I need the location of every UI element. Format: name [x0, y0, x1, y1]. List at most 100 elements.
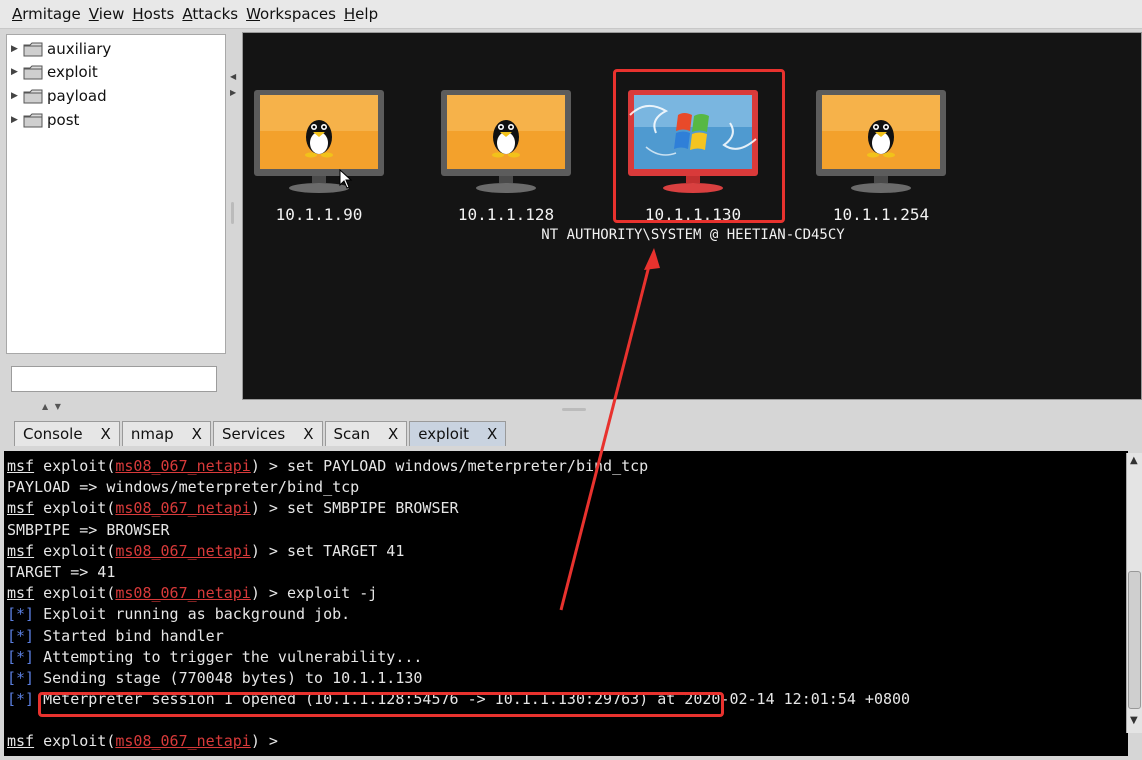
console-line: TARGET => 41 — [7, 562, 1128, 583]
console-line: [*] Attempting to trigger the vulnerabil… — [7, 647, 1128, 668]
console-command-text: > exploit -j — [259, 584, 378, 603]
menu-view[interactable]: View — [89, 5, 125, 23]
linux-monitor-icon — [816, 90, 946, 193]
console-output-text: PAYLOAD => windows/meterpreter/bind_tcp — [7, 478, 360, 497]
console-line: msf exploit(ms08_067_netapi) > exploit -… — [7, 584, 378, 603]
prompt-module: ms08_067_netapi — [115, 499, 251, 518]
tab-scan[interactable]: Scan X — [324, 421, 408, 446]
console-line: msf exploit(ms08_067_netapi) > set PAYLO… — [7, 457, 649, 475]
prompt-msf: msf — [7, 541, 35, 560]
splitter-arrows-icon[interactable]: ▲ ▼ — [42, 402, 63, 411]
tab-close-button[interactable]: X — [388, 425, 398, 443]
expand-arrow-icon[interactable]: ▶ — [11, 115, 21, 125]
tab-close-button[interactable]: X — [192, 425, 202, 443]
linux-monitor-icon — [254, 90, 384, 193]
tab-close-button[interactable]: X — [101, 425, 111, 443]
scroll-down-icon[interactable]: ▼ — [1130, 715, 1138, 726]
host-ip-label: 10.1.1.128 — [457, 205, 555, 224]
console-command-text: > set SMBPIPE BROWSER — [259, 499, 459, 518]
tab-close-button[interactable]: X — [303, 425, 313, 443]
menu-view-label: iew — [98, 5, 125, 23]
menu-armitage[interactable]: Armitage — [12, 5, 81, 23]
expand-arrow-icon[interactable]: ▶ — [11, 67, 21, 77]
module-search-input[interactable] — [11, 366, 217, 392]
tree-item-label: post — [47, 111, 80, 129]
folder-icon — [23, 113, 43, 127]
console-line: PAYLOAD => windows/meterpreter/bind_tcp — [7, 477, 1128, 498]
menu-attacks-label: ttacks — [192, 5, 239, 23]
console-line: [*] Exploit running as background job. — [7, 604, 1128, 625]
menu-workspaces-mnemonic: W — [246, 5, 261, 23]
menu-help-mnemonic: H — [343, 5, 356, 23]
expand-arrow-icon[interactable]: ▶ — [11, 44, 21, 54]
console-line: SMBPIPE => BROWSER — [7, 520, 1128, 541]
expand-arrow-icon[interactable]: ▶ — [11, 91, 21, 101]
menu-armitage-mnemonic: A — [12, 5, 23, 23]
scroll-up-icon[interactable]: ▲ — [1130, 455, 1138, 466]
console-command-text: > set TARGET 41 — [259, 541, 405, 560]
console-status-text: Exploit running as background job. — [34, 605, 351, 624]
vertical-splitter[interactable]: ◀ ▶ — [228, 32, 238, 398]
console-line: msf exploit(ms08_067_netapi) > set TARGE… — [7, 541, 405, 560]
scroll-thumb[interactable] — [1128, 571, 1141, 709]
tree-item-label: payload — [47, 87, 107, 105]
menu-view-mnemonic: V — [88, 5, 99, 23]
console-command-text: > — [259, 732, 287, 751]
prompt-module: ms08_067_netapi — [115, 584, 251, 603]
menu-attacks[interactable]: Attacks — [182, 5, 238, 23]
console-line: msf exploit(ms08_067_netapi) > — [7, 732, 287, 751]
prompt-msf: msf — [7, 457, 35, 475]
tree-item-label: auxiliary — [47, 40, 112, 58]
console-output-text: TARGET => 41 — [7, 562, 116, 581]
console-status-text: Attempting to trigger the vulnerability.… — [34, 647, 423, 666]
menu-hosts-label: osts — [143, 5, 175, 23]
status-marker: [*] — [7, 668, 35, 687]
host-10-1-1-128[interactable]: 10.1.1.128 — [431, 89, 581, 224]
console-status-text: Sending stage (770048 bytes) to 10.1.1.1… — [34, 668, 423, 687]
prompt-command: exploit — [43, 499, 107, 518]
host-ip-label: 10.1.1.254 — [832, 205, 930, 224]
prompt-msf: msf — [7, 732, 35, 751]
tree-item-auxiliary[interactable]: ▶ auxiliary — [11, 38, 111, 60]
status-marker: [*] — [7, 690, 35, 709]
menu-workspaces[interactable]: Workspaces — [246, 5, 336, 23]
tree-item-payload[interactable]: ▶ payload — [11, 85, 107, 107]
session-info-label: NT AUTHORITY\SYSTEM @ HEETIAN-CD45CY — [541, 227, 845, 243]
status-marker: [*] — [7, 647, 35, 666]
mouse-cursor-icon — [339, 169, 353, 189]
tab-nmap[interactable]: nmap X — [121, 421, 211, 446]
splitter-grip[interactable] — [231, 202, 234, 224]
collapse-left-icon[interactable]: ◀ — [230, 72, 236, 81]
tab-label: Console — [23, 425, 83, 443]
prompt-module: ms08_067_netapi — [115, 457, 251, 475]
menu-armitage-label: rmitage — [22, 5, 81, 23]
horizontal-splitter[interactable]: ▲ ▼ — [0, 402, 1142, 416]
tree-item-exploit[interactable]: ▶ exploit — [11, 61, 98, 83]
menu-hosts-mnemonic: H — [132, 5, 144, 23]
tree-item-post[interactable]: ▶ post — [11, 109, 79, 131]
tab-close-button[interactable]: X — [487, 425, 497, 443]
status-marker: [*] — [7, 605, 35, 624]
console-scrollbar[interactable]: ▲ ▼ — [1126, 453, 1142, 733]
folder-icon — [23, 89, 43, 103]
tab-exploit[interactable]: exploit X — [409, 421, 507, 446]
prompt-msf: msf — [7, 499, 35, 518]
collapse-right-icon[interactable]: ▶ — [230, 88, 236, 97]
host-10-1-1-90[interactable]: 10.1.1.90 — [244, 89, 394, 224]
annotation-highlight-session — [38, 692, 724, 717]
tab-console[interactable]: Console X — [14, 421, 120, 446]
prompt-msf: msf — [7, 584, 35, 603]
tab-label: Services — [221, 425, 286, 443]
prompt-module: ms08_067_netapi — [115, 732, 251, 751]
host-10-1-1-254[interactable]: 10.1.1.254 — [806, 89, 956, 224]
console-line: msf exploit(ms08_067_netapi) > set SMBPI… — [7, 499, 459, 518]
console-line: [*] Started bind handler — [7, 626, 1128, 647]
menu-bar: Armitage View Hosts Attacks Workspaces H… — [0, 0, 1142, 29]
prompt-command: exploit — [43, 541, 107, 560]
tab-services[interactable]: Services X — [212, 421, 323, 446]
splitter-grip[interactable] — [562, 408, 586, 411]
menu-help[interactable]: Help — [344, 5, 378, 23]
annotation-highlight-host — [613, 69, 785, 223]
module-tree: ▶ auxiliary ▶ exploit ▶ payload ▶ post — [6, 34, 226, 354]
menu-hosts[interactable]: Hosts — [132, 5, 174, 23]
